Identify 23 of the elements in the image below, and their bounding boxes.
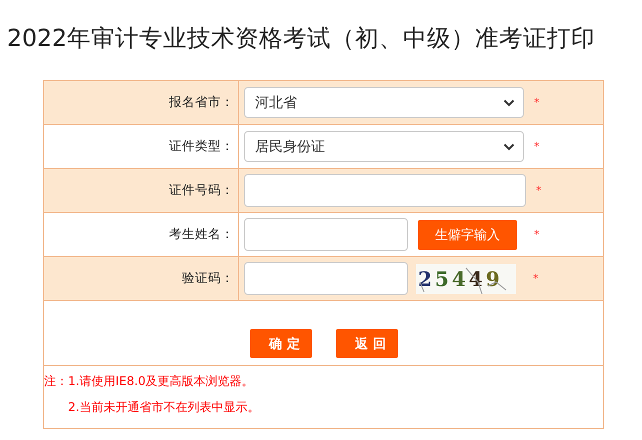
note-text: 注：1.请使用IE8.0及更高版本浏览器。 [44,373,255,390]
input-field[interactable] [244,218,408,251]
chevron-down-icon [503,98,515,106]
confirm-button[interactable]: 确 定 [250,329,312,358]
required-mark: * [536,184,542,197]
required-mark: * [533,272,538,285]
field-label: 证件类型： [169,138,234,155]
input-field[interactable] [244,262,408,295]
select-field[interactable]: 河北省 [244,87,524,118]
chevron-down-icon [503,142,515,150]
back-button[interactable]: 返 回 [336,329,398,358]
field-label: 报名省市： [169,94,234,111]
field-label: 验证码： [182,270,234,287]
note-text: 2.当前未开通省市不在列表中显示。 [67,399,260,416]
field-label: 考生姓名： [169,226,234,243]
required-mark: * [534,96,540,109]
rare-character-button[interactable]: 生僻字输入 [418,220,517,250]
page-title: 2022年审计专业技术资格考试（初、中级）准考证打印 [7,23,596,54]
select-field[interactable]: 居民身份证 [244,131,524,162]
required-mark: * [534,228,540,241]
required-mark: * [534,140,540,153]
field-label: 证件号码： [169,182,234,199]
input-field[interactable] [244,174,526,207]
